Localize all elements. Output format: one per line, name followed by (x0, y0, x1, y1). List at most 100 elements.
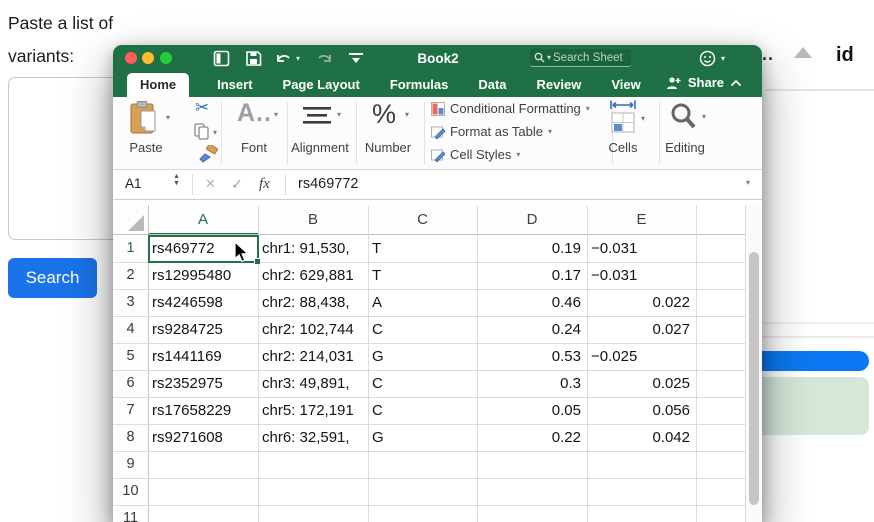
tab-data[interactable]: Data (476, 73, 508, 97)
expand-formula-bar-caret[interactable]: ▾ (746, 178, 750, 187)
redo-icon[interactable] (316, 50, 334, 67)
row-header-4[interactable]: 4 (113, 316, 148, 343)
vertical-scrollbar-thumb[interactable] (749, 252, 759, 505)
insert-function-icon[interactable]: fx (259, 176, 270, 193)
cell-B7[interactable]: chr5: 172,191 (258, 397, 368, 424)
row-header-7[interactable]: 7 (113, 397, 148, 424)
format-as-table-button[interactable]: Format as Table ▾ (431, 124, 552, 139)
paste-label[interactable]: Paste (123, 140, 169, 155)
share-group[interactable]: Share (666, 75, 742, 90)
cell-E7[interactable]: 0.056 (587, 397, 696, 424)
copy-icon[interactable] (194, 123, 209, 140)
feedback-dropdown-caret[interactable]: ▾ (721, 54, 725, 63)
cell-C4[interactable]: C (368, 316, 477, 343)
zoom-window-button[interactable] (160, 52, 172, 64)
column-header-E[interactable]: E (587, 205, 696, 235)
font-dropdown-caret[interactable]: ▾ (274, 110, 278, 119)
cells-group-icon[interactable] (610, 100, 636, 134)
tab-page-layout[interactable]: Page Layout (281, 73, 362, 97)
collapse-ribbon-icon[interactable] (730, 79, 742, 87)
cells-dropdown-caret[interactable]: ▾ (641, 114, 645, 123)
cell-styles-button[interactable]: Cell Styles ▾ (431, 147, 520, 162)
fill-handle[interactable] (254, 258, 261, 265)
alignment-dropdown-caret[interactable]: ▾ (337, 110, 341, 119)
number-dropdown-caret[interactable]: ▾ (405, 110, 409, 119)
cell-E3[interactable]: 0.022 (587, 289, 696, 316)
cell-C7[interactable]: C (368, 397, 477, 424)
cell-A7[interactable]: rs17658229 (148, 397, 258, 424)
formula-input[interactable]: rs469772 (298, 176, 358, 192)
alignment-group-icon[interactable] (303, 105, 331, 127)
cell-E4[interactable]: 0.027 (587, 316, 696, 343)
cell-B4[interactable]: chr2: 102,744 (258, 316, 368, 343)
format-painter-icon[interactable] (197, 145, 219, 165)
cell-A5[interactable]: rs1441169 (148, 343, 258, 370)
editing-label[interactable]: Editing (659, 140, 711, 155)
row-header-2[interactable]: 2 (113, 262, 148, 289)
cancel-icon[interactable]: ✕ (205, 176, 216, 192)
tab-review[interactable]: Review (535, 73, 584, 97)
cell-A6[interactable]: rs2352975 (148, 370, 258, 397)
cell-C6[interactable]: C (368, 370, 477, 397)
variants-textarea[interactable] (8, 77, 122, 240)
undo-icon[interactable] (274, 50, 292, 67)
save-icon[interactable] (245, 50, 262, 67)
copy-dropdown-caret[interactable]: ▾ (213, 128, 217, 137)
cell-A8[interactable]: rs9271608 (148, 424, 258, 451)
cell-B2[interactable]: chr2: 629,881 (258, 262, 368, 289)
row-header-5[interactable]: 5 (113, 343, 148, 370)
tab-home[interactable]: Home (127, 73, 189, 97)
alignment-label[interactable]: Alignment (285, 140, 355, 155)
chevron-up-icon[interactable] (794, 47, 812, 58)
editing-group-icon[interactable] (670, 103, 696, 131)
conditional-formatting-button[interactable]: Conditional Formatting ▾ (431, 101, 590, 116)
cell-C2[interactable]: T (368, 262, 477, 289)
row-header-3[interactable]: 3 (113, 289, 148, 316)
editing-dropdown-caret[interactable]: ▾ (702, 112, 706, 121)
cells-label[interactable]: Cells (599, 140, 647, 155)
row-header-8[interactable]: 8 (113, 424, 148, 451)
name-box[interactable]: A1 (125, 176, 142, 191)
minimize-window-button[interactable] (142, 52, 154, 64)
cell-C8[interactable]: G (368, 424, 477, 451)
cell-D3[interactable]: 0.46 (477, 289, 587, 316)
row-header-9[interactable]: 9 (113, 451, 148, 478)
cell-E2[interactable]: −0.031 (587, 262, 696, 289)
number-group-icon[interactable]: % (372, 99, 396, 130)
cell-D4[interactable]: 0.24 (477, 316, 587, 343)
cell-A3[interactable]: rs4246598 (148, 289, 258, 316)
column-header-A[interactable]: A (148, 205, 258, 235)
column-header-D[interactable]: D (477, 205, 587, 235)
enter-icon[interactable]: ✓ (231, 176, 243, 193)
row-header-11[interactable]: 11 (113, 505, 148, 522)
row-header-10[interactable]: 10 (113, 478, 148, 505)
cell-D5[interactable]: 0.53 (477, 343, 587, 370)
cell-E8[interactable]: 0.042 (587, 424, 696, 451)
cell-D8[interactable]: 0.22 (477, 424, 587, 451)
font-label[interactable]: Font (229, 140, 279, 155)
sheet-search-field[interactable]: ▾ Search Sheet (530, 49, 631, 67)
cell-B8[interactable]: chr6: 32,591, (258, 424, 368, 451)
ribbon-display-options-icon[interactable] (349, 53, 363, 64)
column-header-B[interactable]: B (258, 205, 368, 235)
cell-C3[interactable]: A (368, 289, 477, 316)
cut-icon[interactable]: ✂ (195, 98, 209, 118)
tab-insert[interactable]: Insert (215, 73, 254, 97)
cell-B6[interactable]: chr3: 49,891, (258, 370, 368, 397)
cell-D7[interactable]: 0.05 (477, 397, 587, 424)
row-header-1[interactable]: 1 (113, 235, 148, 262)
row-header-6[interactable]: 6 (113, 370, 148, 397)
cell-C1[interactable]: T (368, 235, 477, 262)
cell-A4[interactable]: rs9284725 (148, 316, 258, 343)
cell-B5[interactable]: chr2: 214,031 (258, 343, 368, 370)
undo-dropdown-caret[interactable]: ▾ (296, 54, 300, 63)
close-window-button[interactable] (125, 52, 137, 64)
cell-D6[interactable]: 0.3 (477, 370, 587, 397)
cell-D1[interactable]: 0.19 (477, 235, 587, 262)
cell-C5[interactable]: G (368, 343, 477, 370)
new-workbook-icon[interactable] (213, 50, 230, 67)
feedback-smiley-icon[interactable] (699, 50, 716, 67)
select-all-corner[interactable] (113, 205, 148, 235)
vertical-scrollbar[interactable] (745, 205, 762, 522)
cell-E5[interactable]: −0.025 (587, 343, 696, 370)
